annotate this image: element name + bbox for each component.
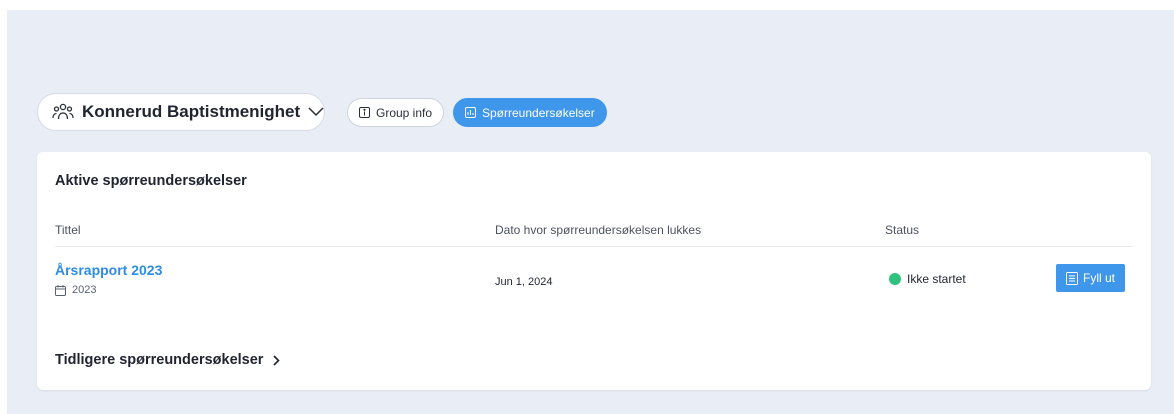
- tab-group-info[interactable]: Group info: [347, 98, 445, 127]
- survey-year: 2023: [55, 284, 96, 296]
- survey-title-link[interactable]: Årsrapport 2023: [55, 262, 162, 278]
- divider: [55, 246, 1133, 247]
- previous-surveys-label: Tidligere spørreundersøkelser: [55, 352, 264, 368]
- status-text: Ikke startet: [907, 272, 966, 286]
- tab-label: Group info: [376, 105, 433, 120]
- column-header-title: Tittel: [55, 223, 81, 237]
- status-badge: Ikke startet: [889, 272, 966, 286]
- previous-surveys-link[interactable]: Tidligere spørreundersøkelser: [55, 352, 281, 368]
- chevron-right-icon: [273, 354, 281, 366]
- tab-surveys[interactable]: Spørreundersøkelser: [453, 98, 607, 127]
- chevron-down-icon: [308, 107, 324, 117]
- info-icon: [359, 107, 370, 118]
- section-title: Aktive spørreundersøkelser: [55, 173, 247, 189]
- people-icon: [52, 103, 74, 120]
- survey-close-date: Jun 1, 2024: [495, 276, 553, 288]
- group-name: Konnerud Baptistmenighet: [82, 102, 301, 121]
- surveys-card: Aktive spørreundersøkelser Tittel Dato h…: [37, 152, 1151, 390]
- calendar-icon: [55, 284, 66, 296]
- status-dot-icon: [889, 273, 901, 285]
- column-header-status: Status: [885, 223, 920, 237]
- chart-icon: [465, 107, 476, 118]
- fill-out-label: Fyll ut: [1082, 271, 1115, 285]
- page-background: Konnerud Baptistmenighet Group info Spør…: [7, 10, 1174, 414]
- survey-year-text: 2023: [72, 284, 97, 296]
- form-icon: [1065, 271, 1078, 285]
- fill-out-button[interactable]: Fyll ut: [1056, 264, 1125, 292]
- column-header-close-date: Dato hvor spørreundersøkelsen lukkes: [495, 223, 702, 237]
- group-selector[interactable]: Konnerud Baptistmenighet: [37, 93, 325, 131]
- tab-label: Spørreundersøkelser: [482, 105, 595, 120]
